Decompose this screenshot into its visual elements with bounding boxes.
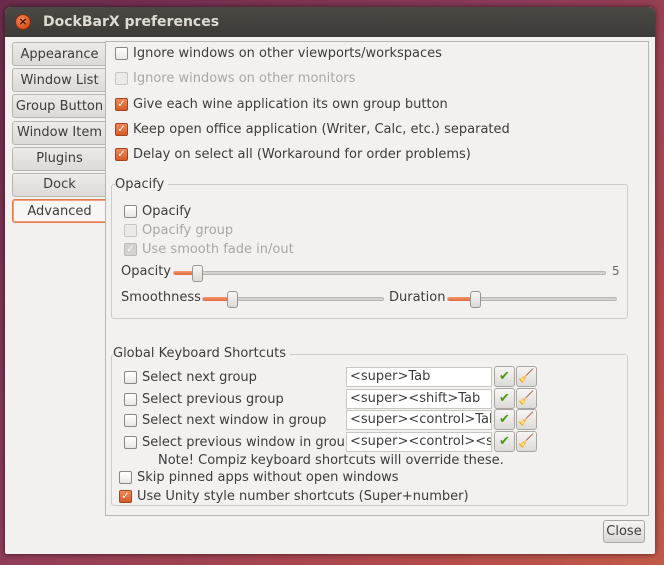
checkmark-icon: ✔: [499, 434, 510, 449]
broom-icon: 🧹: [518, 434, 535, 449]
advanced-panel: Ignore windows on other viewports/worksp…: [105, 41, 649, 516]
opacity-slider[interactable]: [173, 265, 606, 282]
smoothness-label: Smoothness: [121, 290, 201, 305]
shortcut-next-window-field[interactable]: <super><control>Tab: [346, 410, 492, 430]
shortcut-prev-window-checkbox[interactable]: [124, 436, 137, 449]
skip-pinned-option[interactable]: Skip pinned apps without open windows: [119, 470, 399, 485]
opacity-value: 5: [612, 264, 620, 278]
unity-numbers-label: Use Unity style number shortcuts (Super+…: [137, 489, 469, 504]
shortcut-prev-group-checkbox[interactable]: [124, 393, 137, 406]
opacify-frame-label: Opacify: [115, 177, 169, 192]
broom-icon: 🧹: [518, 369, 535, 384]
broom-icon: 🧹: [518, 412, 535, 427]
office-separated-label: Keep open office application (Writer, Ca…: [133, 122, 510, 137]
broom-icon: 🧹: [518, 391, 535, 406]
shortcut-next-window-label: Select next window in group: [142, 413, 327, 428]
window-close-icon[interactable]: ×: [15, 14, 31, 30]
title-bar: × DockBarX preferences: [5, 7, 655, 37]
opacify-group-checkbox: [124, 224, 137, 237]
shortcut-next-group[interactable]: Select next group: [124, 370, 257, 385]
shortcut-prev-window-clear-button[interactable]: 🧹: [516, 431, 537, 452]
close-button[interactable]: Close: [603, 520, 645, 543]
tab-window-item[interactable]: Window Item: [12, 120, 106, 145]
wine-group-option[interactable]: Give each wine application its own group…: [115, 97, 448, 112]
checkmark-icon: ✔: [499, 369, 510, 384]
shortcuts-frame-label: Global Keyboard Shortcuts: [113, 346, 290, 361]
tab-appearance[interactable]: Appearance: [12, 42, 106, 66]
office-separated-option[interactable]: Keep open office application (Writer, Ca…: [115, 122, 510, 137]
checkmark-icon: ✔: [499, 391, 510, 406]
tab-advanced[interactable]: Advanced: [12, 199, 106, 224]
ignore-monitors-checkbox: [115, 72, 128, 85]
shortcut-next-window-checkbox[interactable]: [124, 414, 137, 427]
smoothness-slider-thumb[interactable]: [227, 291, 238, 308]
unity-numbers-option[interactable]: Use Unity style number shortcuts (Super+…: [119, 489, 469, 504]
shortcut-prev-group-apply-button[interactable]: ✔: [494, 388, 515, 409]
opacify-checkbox[interactable]: [124, 205, 137, 218]
shortcut-prev-window-apply-button[interactable]: ✔: [494, 431, 515, 452]
tab-plugins[interactable]: Plugins: [12, 146, 106, 171]
opacify-group-option: Opacify group: [124, 223, 233, 238]
unity-numbers-checkbox[interactable]: [119, 490, 132, 503]
opacify-label: Opacify: [142, 204, 192, 219]
smooth-fade-option: Use smooth fade in/out: [124, 242, 294, 257]
shortcut-prev-window-label: Select previous window in group: [142, 435, 354, 450]
duration-slider[interactable]: [447, 291, 617, 308]
shortcut-prev-window-field[interactable]: <super><control><shift>Tab: [346, 432, 492, 452]
office-separated-checkbox[interactable]: [115, 123, 128, 136]
shortcut-next-group-clear-button[interactable]: 🧹: [516, 366, 537, 387]
wine-group-label: Give each wine application its own group…: [133, 97, 448, 112]
delay-select-label: Delay on select all (Workaround for orde…: [133, 147, 471, 162]
shortcut-next-window-clear-button[interactable]: 🧹: [516, 409, 537, 430]
ignore-viewports-label: Ignore windows on other viewports/worksp…: [133, 46, 442, 61]
shortcut-next-group-label: Select next group: [142, 370, 257, 385]
ignore-monitors-label: Ignore windows on other monitors: [133, 71, 356, 86]
shortcut-prev-group-clear-button[interactable]: 🧹: [516, 388, 537, 409]
duration-label: Duration: [389, 290, 446, 305]
smoothness-slider[interactable]: [202, 291, 384, 308]
delay-select-option[interactable]: Delay on select all (Workaround for orde…: [115, 147, 471, 162]
delay-select-checkbox[interactable]: [115, 148, 128, 161]
shortcut-next-group-checkbox[interactable]: [124, 371, 137, 384]
shortcut-next-group-apply-button[interactable]: ✔: [494, 366, 515, 387]
shortcut-prev-group-field[interactable]: <super><shift>Tab: [346, 389, 492, 409]
shortcut-next-window-apply-button[interactable]: ✔: [494, 409, 515, 430]
tab-window-list[interactable]: Window List: [12, 68, 106, 93]
opacity-slider-thumb[interactable]: [192, 265, 203, 282]
opacify-option[interactable]: Opacify: [124, 204, 191, 219]
preferences-window: × DockBarX preferences Appearance Window…: [5, 7, 655, 554]
duration-slider-thumb[interactable]: [470, 291, 481, 308]
smooth-fade-checkbox: [124, 243, 137, 256]
wine-group-checkbox[interactable]: [115, 98, 128, 111]
shortcut-prev-group[interactable]: Select previous group: [124, 392, 284, 407]
smooth-fade-label: Use smooth fade in/out: [142, 242, 294, 257]
skip-pinned-checkbox[interactable]: [119, 471, 132, 484]
opacity-label: Opacity: [121, 264, 172, 279]
ignore-viewports-option[interactable]: Ignore windows on other viewports/worksp…: [115, 46, 442, 61]
compiz-note: Note! Compiz keyboard shortcuts will ove…: [158, 453, 504, 468]
tab-dock[interactable]: Dock: [12, 172, 106, 197]
shortcut-next-window[interactable]: Select next window in group: [124, 413, 326, 428]
ignore-monitors-option: Ignore windows on other monitors: [115, 71, 355, 86]
shortcut-prev-group-label: Select previous group: [142, 392, 284, 407]
opacify-group-label: Opacify group: [142, 223, 234, 238]
ignore-viewports-checkbox[interactable]: [115, 47, 128, 60]
tab-list: Appearance Window List Group Button Wind…: [12, 42, 106, 225]
skip-pinned-label: Skip pinned apps without open windows: [137, 470, 399, 485]
shortcut-prev-window[interactable]: Select previous window in group: [124, 435, 353, 450]
window-title: DockBarX preferences: [43, 14, 220, 30]
checkmark-icon: ✔: [499, 412, 510, 427]
shortcut-next-group-field[interactable]: <super>Tab: [346, 367, 492, 387]
tab-group-button[interactable]: Group Button: [12, 94, 106, 119]
